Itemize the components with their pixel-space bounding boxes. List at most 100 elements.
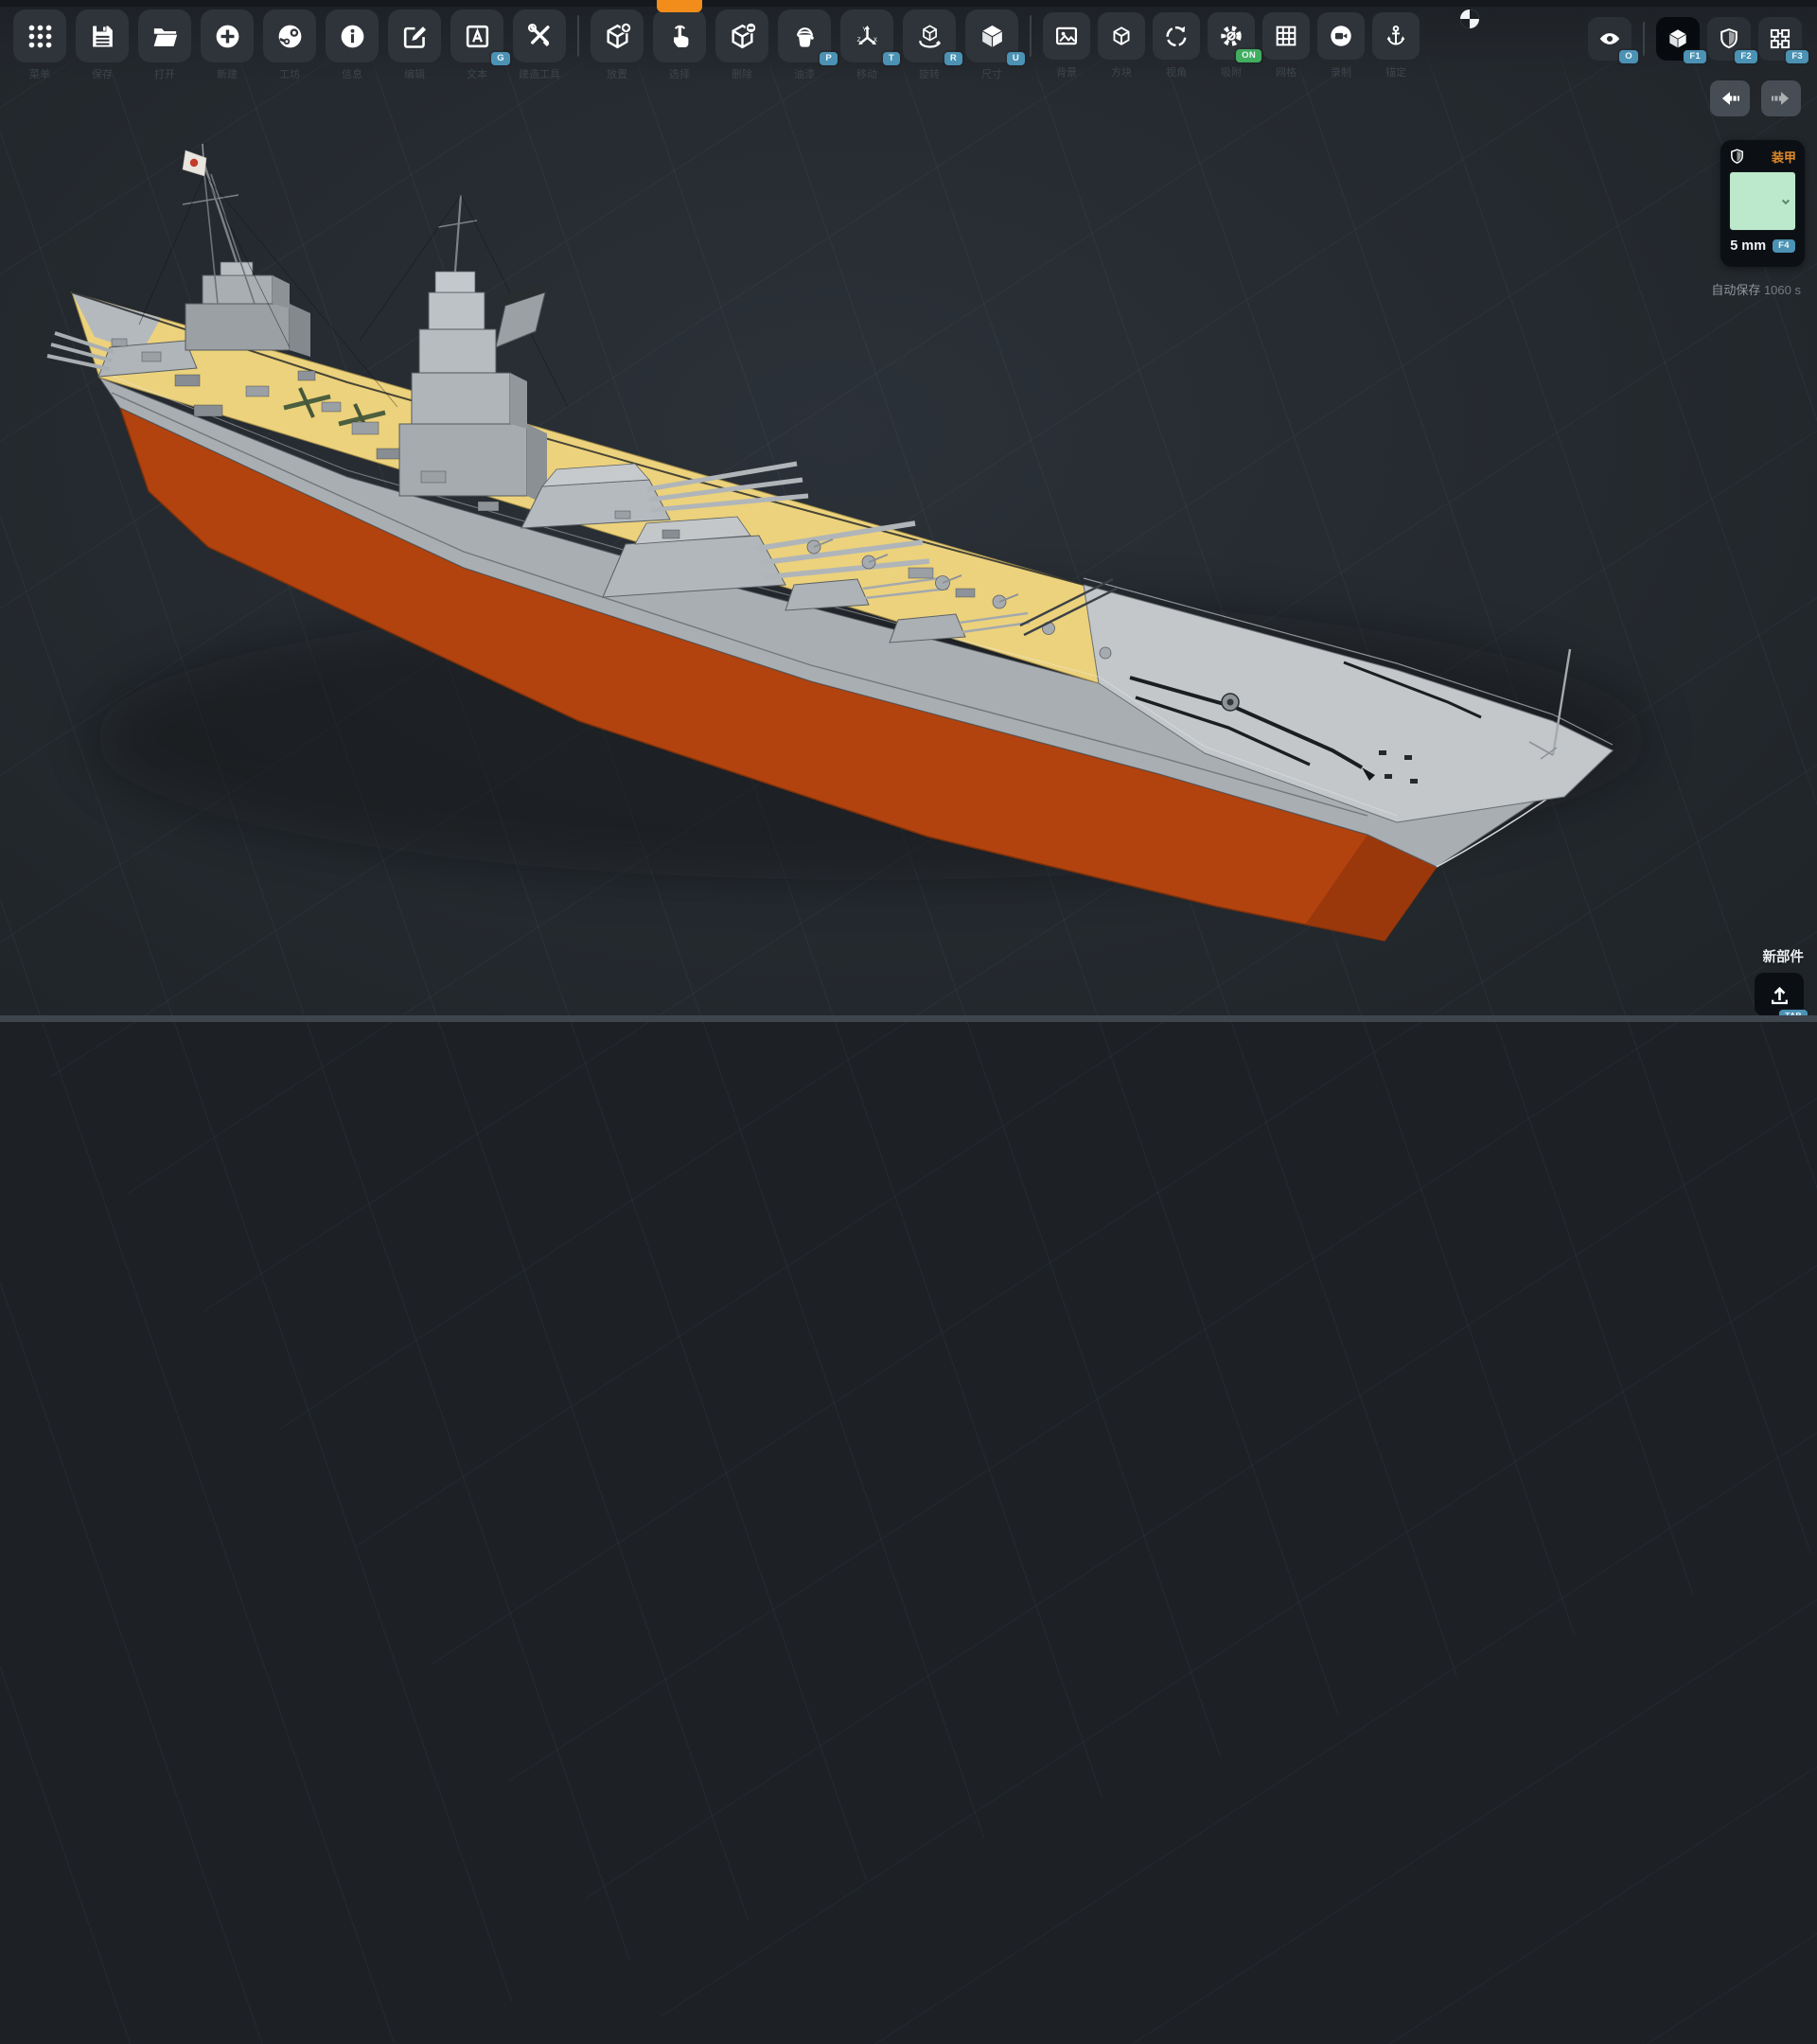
tools-icon [525, 22, 555, 51]
view-reset-label: 视角 [1166, 64, 1187, 79]
autosave-value: 1060 s [1764, 283, 1801, 297]
shield-icon [1728, 148, 1746, 166]
anchor-label: 锚定 [1385, 64, 1406, 79]
redo-button[interactable] [1761, 80, 1801, 116]
move-shortcut-badge: T [883, 52, 900, 66]
modules-panel-button[interactable]: F3 [1758, 17, 1802, 61]
camera-button[interactable]: 录制 [1317, 12, 1365, 60]
anchor-button[interactable]: 锚定 [1372, 12, 1420, 60]
folder-icon [150, 22, 180, 51]
cube-solid-icon [1666, 26, 1690, 51]
orientation-sphere[interactable] [1458, 8, 1481, 30]
open-button[interactable]: 打开 [138, 9, 191, 62]
cube-minus-icon [728, 22, 757, 51]
autosave-label: 自动保存 [1711, 283, 1760, 297]
save-label: 保存 [92, 66, 113, 81]
visibility-button[interactable]: O [1588, 17, 1632, 61]
paint-label: 油漆 [794, 66, 815, 81]
rotate-ccw-icon [1163, 23, 1190, 49]
build-tools-button[interactable]: 建造工具 [513, 9, 566, 62]
bottom-strip [0, 1015, 1817, 1022]
battleship-model[interactable] [0, 0, 1817, 1022]
view-toolbar-divider [1643, 22, 1645, 56]
menu-label: 菜单 [29, 66, 50, 81]
armor-color-dropdown[interactable] [1729, 171, 1796, 231]
size-shortcut-badge: U [1007, 52, 1025, 66]
steam-icon [275, 22, 305, 51]
plus-circle-icon [213, 22, 242, 51]
snap-button[interactable]: 吸附ON [1208, 12, 1255, 60]
view-toolbar: OF1F2F3 [1588, 17, 1802, 61]
snap-shortcut-badge: ON [1236, 49, 1261, 63]
move-button[interactable]: YZX移动T [840, 9, 893, 62]
visibility-shortcut-badge: O [1619, 50, 1638, 64]
info-label: 信息 [342, 66, 362, 81]
text-a-icon [463, 22, 492, 51]
toolbar-group: 放置选择删除油漆PYZX移动T旋转R尺寸U [591, 9, 1018, 62]
svg-text:Z: Z [856, 37, 860, 44]
redo-icon [1769, 86, 1793, 111]
view-reset-button[interactable]: 视角 [1153, 12, 1200, 60]
background-label: 背景 [1056, 64, 1077, 79]
info-button[interactable]: 信息 [326, 9, 379, 62]
shield-icon [1717, 26, 1741, 51]
modules-icon [1768, 26, 1792, 51]
armor-shortcut-badge: F4 [1773, 239, 1795, 254]
armor-panel-button[interactable]: F2 [1707, 17, 1751, 61]
new-button[interactable]: 新建 [201, 9, 254, 62]
rotate-button[interactable]: 旋转R [903, 9, 956, 62]
blocks-button[interactable]: 方块 [1098, 12, 1145, 60]
snap-label: 吸附 [1221, 64, 1242, 79]
bucket-icon [790, 22, 820, 51]
grid-icon [1273, 23, 1299, 49]
top-toolbar: 菜单保存打开新建工坊信息编辑文本G建造工具放置选择删除油漆PYZX移动T旋转R尺… [0, 0, 1817, 81]
menu-button[interactable]: 菜单 [13, 9, 66, 62]
cube-plus-icon [603, 22, 632, 51]
open-label: 打开 [154, 66, 175, 81]
rotate-label: 旋转 [919, 66, 940, 81]
move-label: 移动 [856, 66, 877, 81]
toolbar-group: 背景方块视角吸附ON网格录制锚定 [1043, 9, 1420, 60]
select-tool-button[interactable]: 选择 [653, 9, 706, 62]
topbar-strip [0, 0, 1817, 7]
armor-panel-shortcut-badge: F2 [1735, 50, 1757, 64]
image-icon [1053, 23, 1080, 49]
save-button[interactable]: 保存 [76, 9, 129, 62]
anchor-icon [1383, 23, 1409, 49]
edit-button[interactable]: 编辑 [388, 9, 441, 62]
grid-label: 网格 [1276, 64, 1297, 79]
blocks-panel-button[interactable]: F1 [1656, 17, 1700, 61]
grid-button[interactable]: 网格 [1262, 12, 1310, 60]
text-label: 文本 [467, 66, 487, 81]
background-button[interactable]: 背景 [1043, 12, 1090, 60]
remove-block-button[interactable]: 删除 [715, 9, 768, 62]
camera-icon [1328, 23, 1354, 49]
new-label: 新建 [217, 66, 238, 81]
size-button[interactable]: 尺寸U [965, 9, 1018, 62]
new-part-button[interactable]: TAB [1755, 973, 1804, 1016]
paint-button[interactable]: 油漆P [778, 9, 831, 62]
axis-icon: YZX [853, 22, 882, 51]
armor-panel: 装甲 5 mm F4 [1720, 140, 1805, 267]
new-part-area: 新部件 TAB [1755, 946, 1804, 1016]
toolbar-divider [577, 15, 579, 57]
rotate-shortcut-badge: R [944, 52, 962, 66]
viewport-3d[interactable] [0, 0, 1817, 1022]
edit-icon [400, 22, 430, 51]
active-tool-indicator [657, 0, 702, 12]
cube-outline-icon [1108, 23, 1135, 49]
gear-icon [1218, 23, 1244, 49]
eye-icon [1597, 26, 1622, 51]
hand-icon [665, 22, 695, 51]
grid-dots-icon [26, 22, 55, 51]
camera-label: 录制 [1331, 64, 1351, 79]
armor-panel-header: 装甲 [1720, 140, 1805, 169]
text-button[interactable]: 文本G [450, 9, 503, 62]
armor-thickness-value: 5 mm [1730, 238, 1766, 254]
info-icon [338, 22, 367, 51]
toolbar-divider [1030, 15, 1032, 57]
workshop-button[interactable]: 工坊 [263, 9, 316, 62]
svg-text:X: X [873, 37, 877, 44]
undo-button[interactable] [1710, 80, 1750, 116]
add-block-button[interactable]: 放置 [591, 9, 644, 62]
